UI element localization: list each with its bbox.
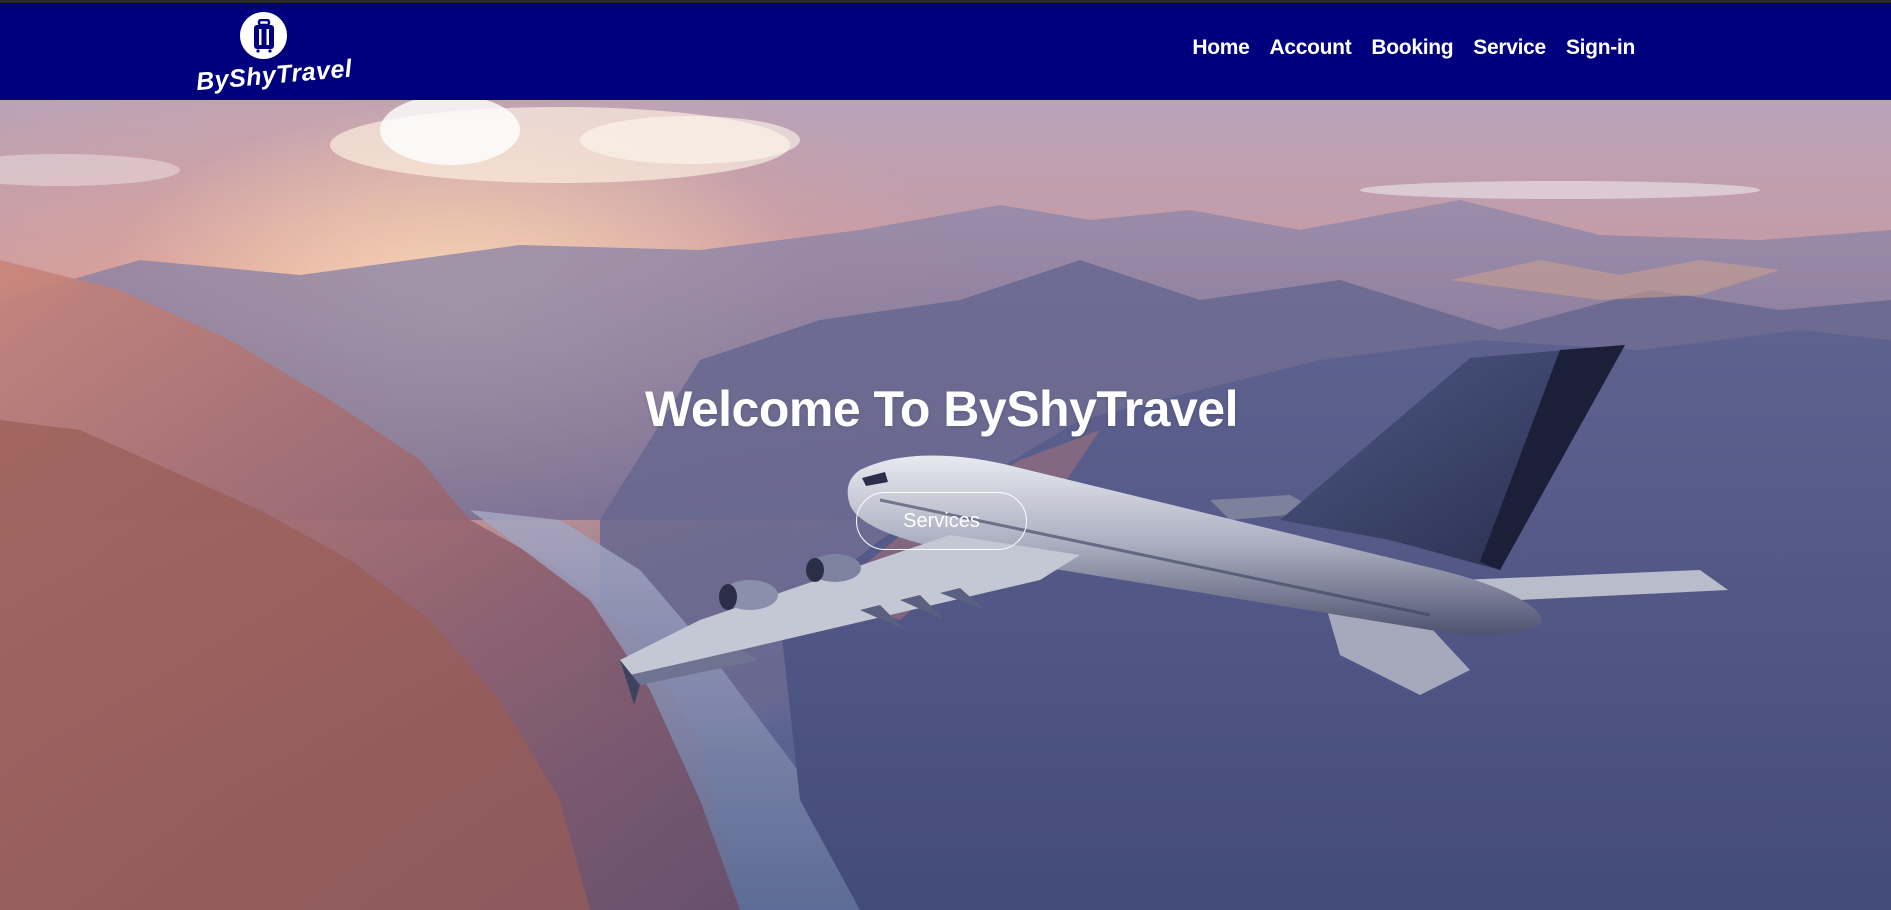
brand-name: ByShyTravel bbox=[195, 54, 354, 97]
nav-service[interactable]: Service bbox=[1473, 36, 1546, 60]
suitcase-icon bbox=[253, 18, 274, 53]
hero-title: Welcome To ByShyTravel bbox=[645, 381, 1238, 437]
services-button[interactable]: Services bbox=[856, 492, 1027, 550]
nav-sign-in[interactable]: Sign-in bbox=[1566, 36, 1635, 60]
logo-badge bbox=[240, 12, 287, 59]
nav-home[interactable]: Home bbox=[1192, 36, 1249, 60]
main-navigation: Home Account Booking Service Sign-in bbox=[1192, 36, 1635, 60]
brand-logo[interactable]: ByShyTravel bbox=[195, 12, 354, 97]
nav-account[interactable]: Account bbox=[1270, 36, 1352, 60]
nav-booking[interactable]: Booking bbox=[1371, 36, 1453, 60]
navbar: ByShyTravel Home Account Booking Service… bbox=[0, 3, 1891, 100]
hero-section: Welcome To ByShyTravel Services bbox=[0, 100, 1891, 910]
